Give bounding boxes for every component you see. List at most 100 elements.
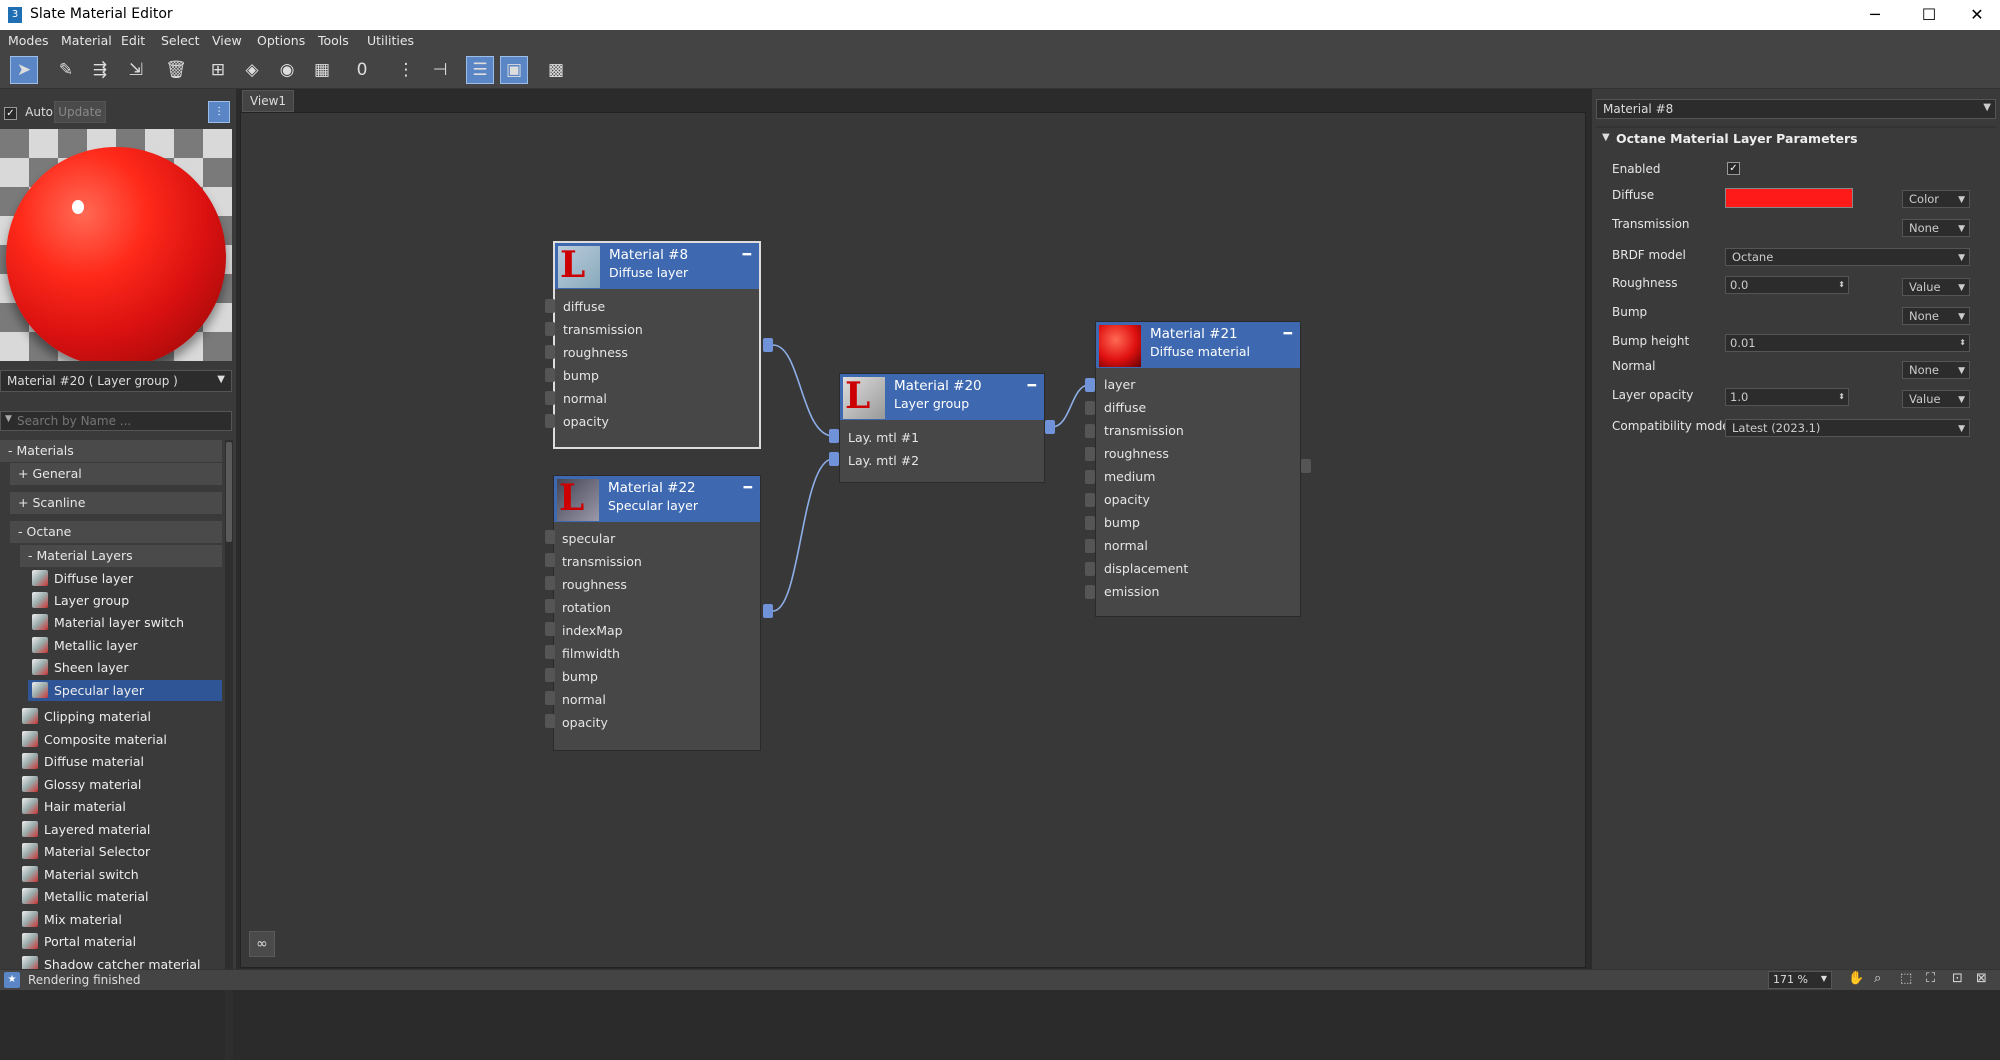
output-socket[interactable] [1301,459,1311,473]
maximize-view-icon[interactable]: ⊠ [1976,971,1987,986]
bump-height-spinner[interactable]: 0.01 ⬍ [1725,334,1970,352]
preview-options-icon[interactable]: ⫶ [208,101,230,123]
input-socket[interactable] [545,576,555,590]
minimize-button[interactable]: ─ [1852,0,1898,30]
layer-opacity-mode-dropdown[interactable]: Value ▼ [1902,390,1970,408]
spinner-arrows-icon[interactable]: ⬍ [1959,336,1966,350]
menu-utilities[interactable]: Utilities [367,33,414,48]
auto-checkbox-row[interactable]: ✓ Auto [4,105,53,120]
node-material-8[interactable]: L Material #8 Diffuse layer ━ diffuse tr… [553,241,761,449]
parameter-editor-icon[interactable]: ▣ [500,56,528,84]
menu-edit[interactable]: Edit [121,33,145,48]
input-socket[interactable] [1085,378,1095,392]
node-material-21[interactable]: Material #21 Diffuse material ━ layer di… [1095,321,1301,617]
collapse-icon[interactable]: ━ [1028,378,1036,394]
zoom-dropdown[interactable]: 171 % ▼ [1768,971,1832,989]
list-item[interactable]: Material switch [18,864,222,885]
menu-options[interactable]: Options [257,33,305,48]
group-octane[interactable]: - Octane [10,521,222,543]
input-socket[interactable] [545,322,555,336]
hide-unused-icon[interactable]: ◈ [238,56,266,84]
collapse-icon[interactable]: ━ [1284,326,1292,342]
input-socket[interactable] [545,645,555,659]
auto-checkbox[interactable]: ✓ [4,107,17,120]
input-socket[interactable] [545,599,555,613]
group-general[interactable]: + General [10,463,222,485]
enabled-checkbox[interactable]: ✓ [1727,162,1740,175]
layer-opacity-spinner[interactable]: 1.0 ⬍ [1725,388,1849,406]
input-socket[interactable] [545,691,555,705]
list-item[interactable]: Diffuse layer [28,568,222,589]
node-header[interactable]: L Material #20 Layer group ━ [840,374,1044,420]
menu-tools[interactable]: Tools [318,33,349,48]
output-socket[interactable] [763,338,773,352]
parameter-header[interactable]: Material #8 ▼ [1596,99,1996,119]
list-item[interactable]: Portal material [18,931,222,952]
list-item[interactable]: Layer group [28,590,222,611]
list-item[interactable]: Material Selector [18,841,222,862]
list-item[interactable]: Glossy material [18,774,222,795]
layout-children-icon[interactable]: ⊣ [426,56,454,84]
search-input[interactable] [17,413,217,429]
search-toggle-icon[interactable]: ▼ [5,414,12,424]
show-map-icon[interactable]: ◉ [273,56,301,84]
zoom-region-icon[interactable]: ⬚ [1900,971,1912,986]
delete-icon[interactable]: 🗑 [162,56,190,84]
compat-mode-dropdown[interactable]: Latest (2023.1) ▼ [1725,419,1970,437]
list-item[interactable]: Diffuse material [18,751,222,772]
search-box[interactable]: ▼ [0,411,232,431]
input-socket[interactable] [545,391,555,405]
input-socket[interactable] [545,299,555,313]
input-socket[interactable] [545,530,555,544]
pan-hand-icon[interactable]: ✋ [1848,971,1864,986]
list-item-selected[interactable]: Specular layer [28,680,222,701]
node-header[interactable]: L Material #8 Diffuse layer ━ [555,243,759,289]
list-item[interactable]: Mix material [18,909,222,930]
rollout-header[interactable]: ▼ Octane Material Layer Parameters [1598,129,1994,151]
zoom-icon[interactable]: ⌕ [1874,971,1881,986]
menu-material[interactable]: Material [61,33,112,48]
scrollbar-thumb[interactable] [226,442,232,542]
input-socket[interactable] [1085,447,1095,461]
spinner-arrows-icon[interactable]: ⬍ [1838,278,1845,292]
eyedropper-icon[interactable]: ✎ [52,56,80,84]
collapse-icon[interactable]: ━ [744,480,752,496]
input-socket[interactable] [1085,539,1095,553]
group-scanline[interactable]: + Scanline [10,492,222,514]
input-socket[interactable] [1085,401,1095,415]
list-item[interactable]: Clipping material [18,706,222,727]
assign-material-icon[interactable]: ⇲ [122,56,150,84]
input-socket[interactable] [1085,493,1095,507]
material-select-dropdown[interactable]: Material #20 ( Layer group ) ▼ [0,370,232,392]
input-socket[interactable] [1085,516,1095,530]
input-socket[interactable] [545,345,555,359]
zoom-selected-icon[interactable]: ⊡ [1952,971,1963,986]
transmission-mode-dropdown[interactable]: None ▼ [1902,219,1970,237]
background-icon[interactable]: ▦ [308,56,336,84]
node-header[interactable]: Material #21 Diffuse material ━ [1096,322,1300,368]
list-item[interactable]: Metallic material [18,886,222,907]
menu-modes[interactable]: Modes [8,33,49,48]
input-socket[interactable] [545,668,555,682]
normal-mode-dropdown[interactable]: None ▼ [1902,361,1970,379]
input-socket[interactable] [545,714,555,728]
group-materials[interactable]: - Materials [0,440,222,462]
move-children-icon[interactable]: ⊞ [204,56,232,84]
bump-mode-dropdown[interactable]: None ▼ [1902,307,1970,325]
maximize-button[interactable]: ☐ [1906,0,1952,30]
node-canvas[interactable]: L Material #8 Diffuse layer ━ diffuse tr… [240,112,1586,968]
roughness-mode-dropdown[interactable]: Value ▼ [1902,278,1970,296]
group-material-layers[interactable]: - Material Layers [20,545,222,567]
list-item[interactable]: Material layer switch [28,612,222,633]
material-browser-icon[interactable]: ☰ [466,56,494,84]
material-id-icon[interactable]: 0 [348,56,376,84]
select-tool-icon[interactable]: ➤ [10,56,38,84]
list-item[interactable]: Sheen layer [28,657,222,678]
tab-view1[interactable]: View1 [242,90,294,112]
input-socket[interactable] [545,553,555,567]
spinner-arrows-icon[interactable]: ⬍ [1838,390,1845,404]
diffuse-mode-dropdown[interactable]: Color ▼ [1902,190,1970,208]
input-socket[interactable] [1085,562,1095,576]
input-socket[interactable] [1085,470,1095,484]
zoom-extents-icon[interactable]: ⛶ [1926,971,1935,986]
